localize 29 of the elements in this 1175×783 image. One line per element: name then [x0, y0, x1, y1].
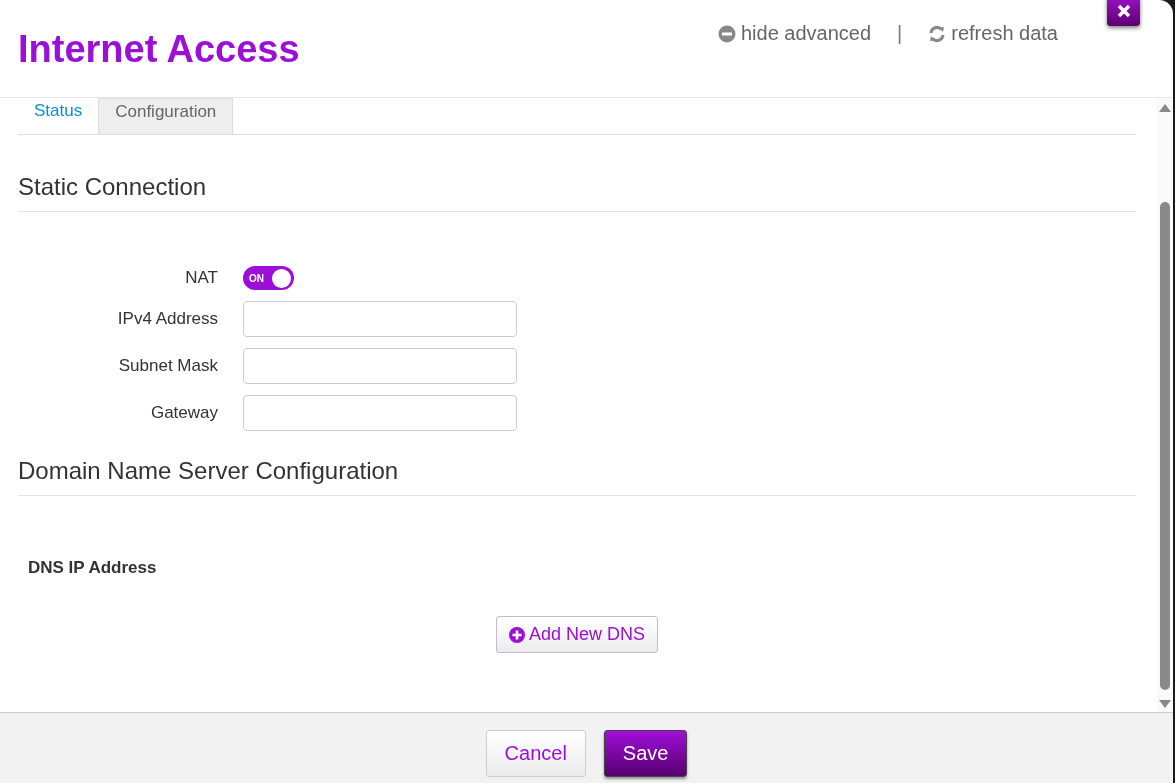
input-field[interactable]	[243, 301, 517, 337]
cancel-button[interactable]: Cancel	[485, 729, 586, 777]
minus-circle-icon	[717, 24, 736, 43]
close-button[interactable]	[1107, 0, 1140, 26]
section-heading: Static Connection	[18, 173, 1136, 212]
add-dns-button[interactable]: Add New DNS	[495, 616, 658, 653]
hide-advanced-link[interactable]: hide advanced	[717, 22, 872, 45]
close-icon	[1116, 4, 1131, 18]
field-label: Gateway	[149, 403, 218, 423]
input-field[interactable]	[243, 348, 517, 384]
dialog-title: Internet Access	[18, 28, 300, 71]
field-label: NAT	[184, 268, 218, 288]
tab[interactable]: Status	[18, 98, 99, 134]
scroll-down-icon[interactable]	[1159, 700, 1171, 708]
dns-label: DNS IP Address	[28, 558, 158, 578]
scrollbar-thumb[interactable]	[1160, 202, 1170, 690]
nat-toggle[interactable]: ON	[243, 266, 294, 290]
refresh-icon	[928, 24, 947, 43]
scrollbar[interactable]	[1157, 98, 1173, 712]
field-label: Subnet Mask	[117, 356, 218, 376]
section-heading: Domain Name Server Configuration	[18, 457, 1136, 496]
refresh-link[interactable]: refresh data	[928, 22, 1058, 45]
input-field[interactable]	[243, 395, 517, 431]
plus-circle-icon	[508, 626, 525, 643]
field-label: IPv4 Address	[116, 309, 218, 329]
separator: |	[897, 22, 903, 45]
tab[interactable]: Configuration	[98, 98, 234, 134]
scroll-up-icon[interactable]	[1159, 104, 1171, 112]
save-button[interactable]: Save	[603, 729, 688, 777]
